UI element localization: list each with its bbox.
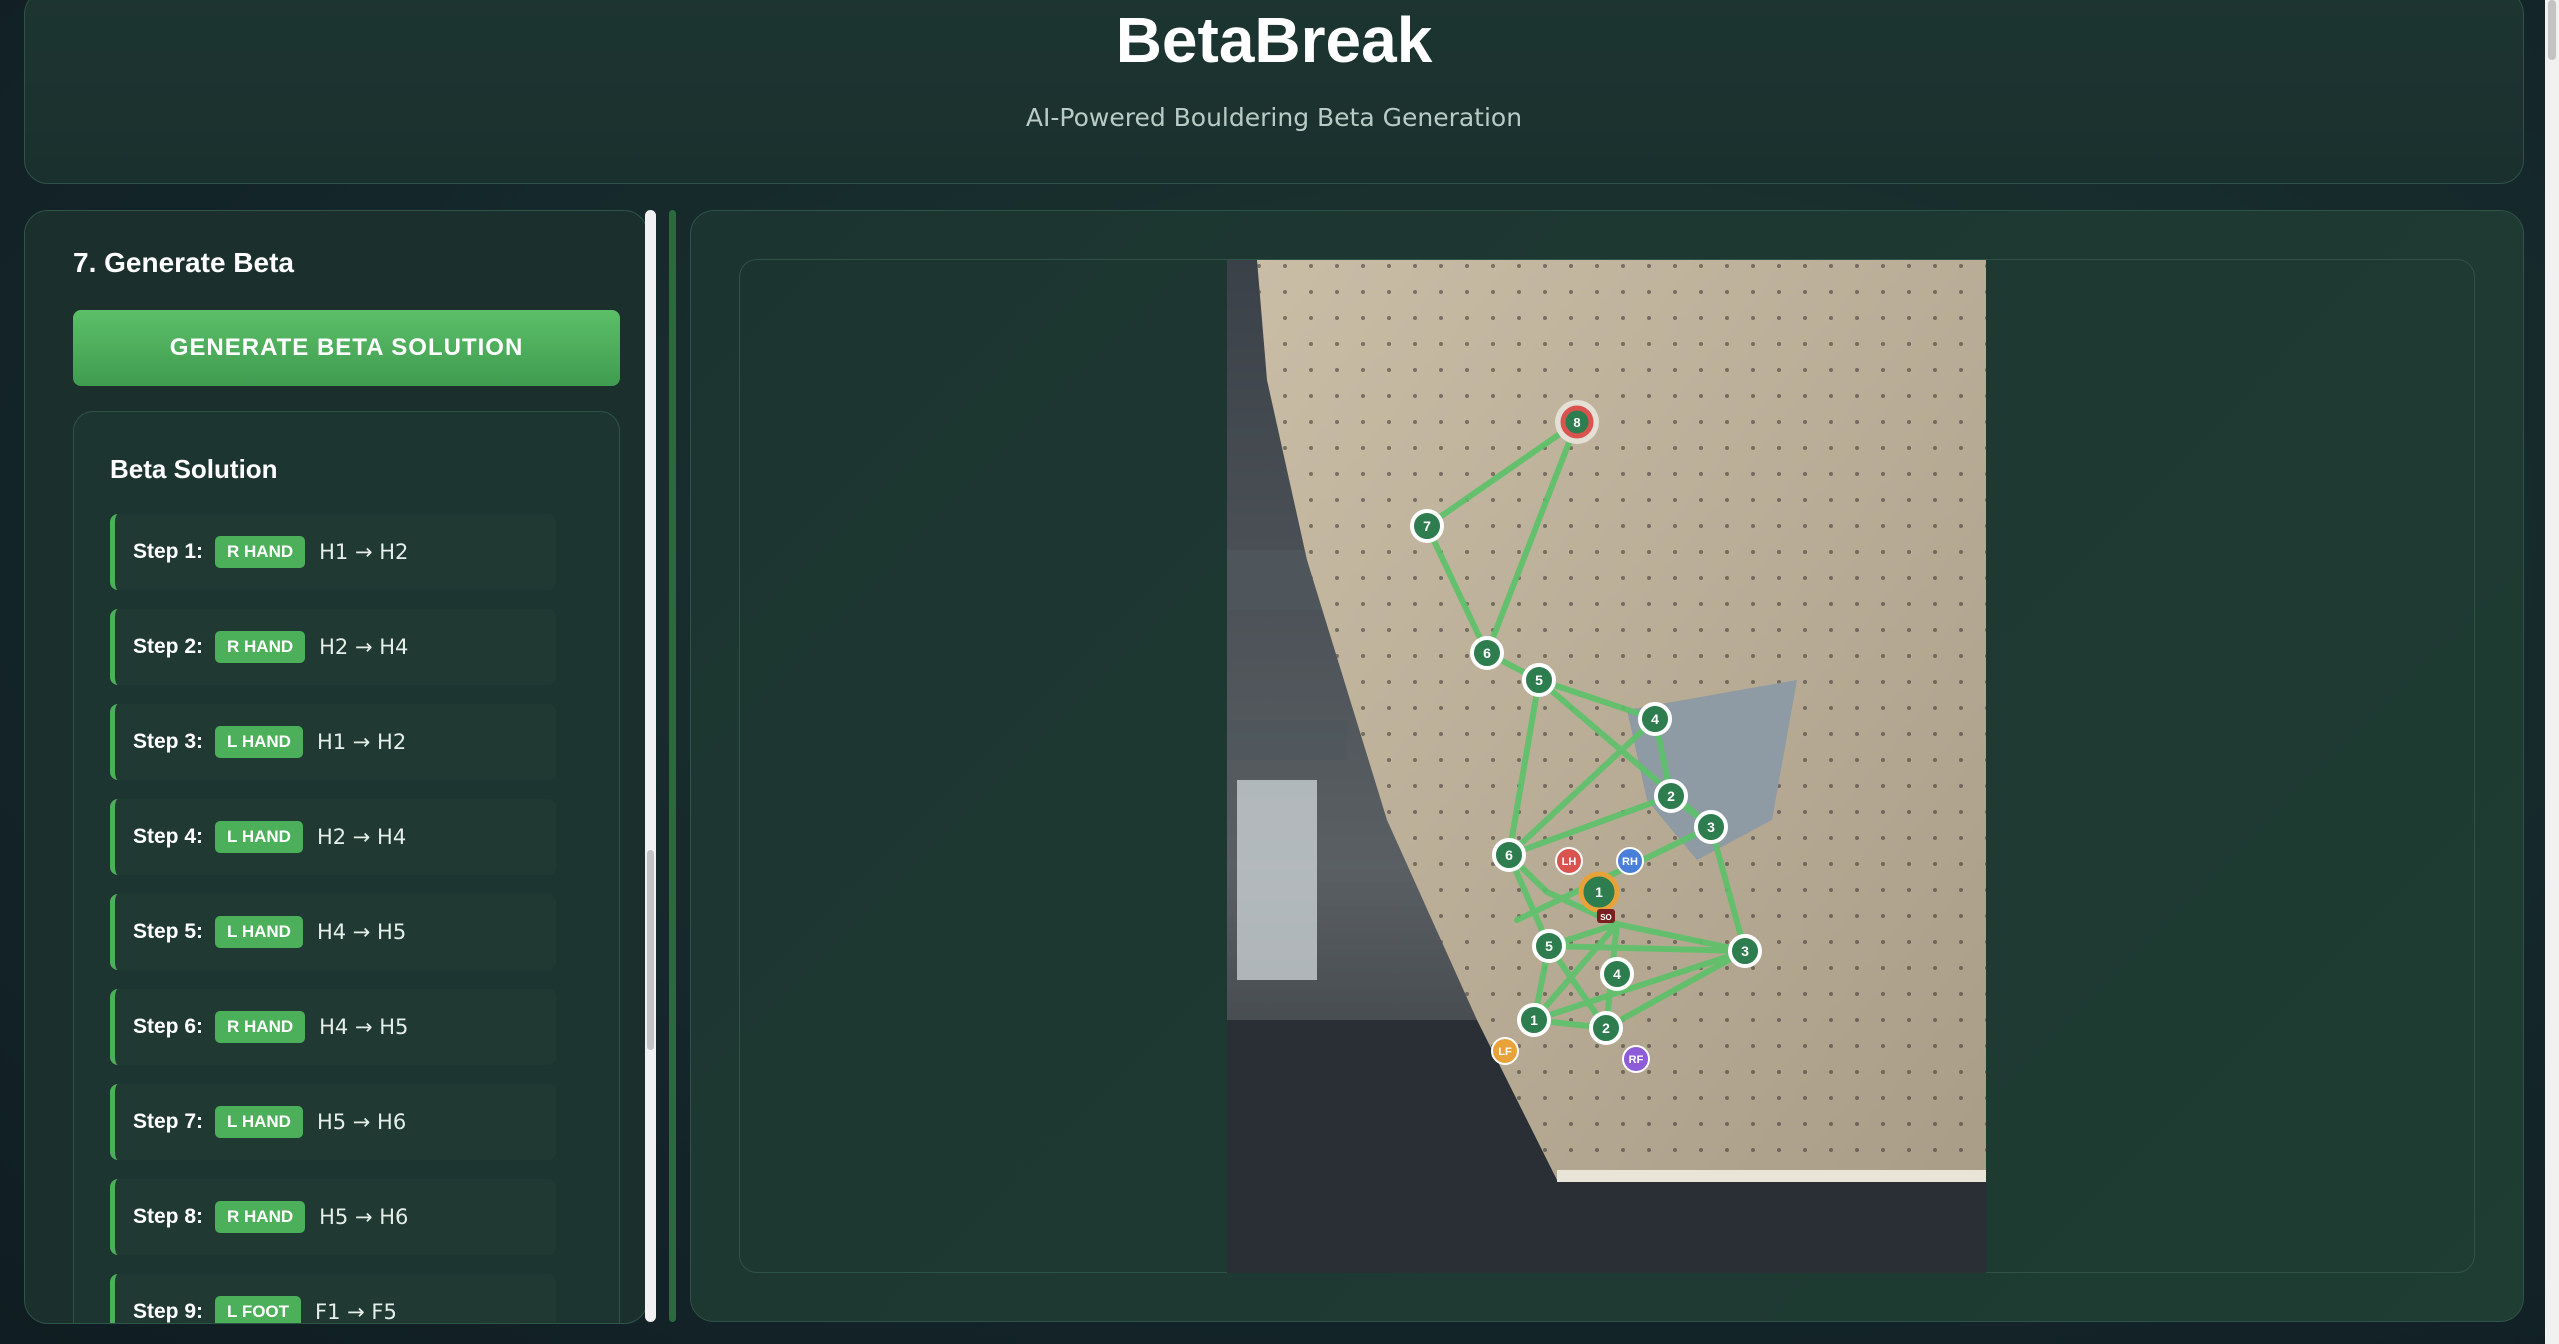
step-item: Step 2: R HAND H2 → H4 bbox=[110, 609, 556, 685]
left-foot-marker[interactable]: LF bbox=[1491, 1037, 1519, 1065]
limb-badge: R HAND bbox=[215, 1011, 306, 1043]
step-item: Step 3: L HAND H1 → H2 bbox=[110, 704, 556, 780]
hold-label: 7 bbox=[1423, 518, 1431, 534]
hold-1-start[interactable]: 1 bbox=[1578, 871, 1620, 913]
left-hand-marker[interactable]: LH bbox=[1555, 847, 1583, 875]
hold-label: 6 bbox=[1505, 847, 1513, 863]
step-move: H4 → H5 bbox=[316, 920, 407, 944]
hold-3-lower[interactable]: 3 bbox=[1728, 934, 1762, 968]
page-scrollbar[interactable] bbox=[2545, 0, 2559, 1344]
hold-6-upper[interactable]: 6 bbox=[1470, 636, 1504, 670]
beta-solution-title: Beta Solution bbox=[110, 454, 278, 484]
limb-badge: L HAND bbox=[215, 726, 303, 758]
step-label: Step 8: bbox=[133, 1205, 204, 1228]
generate-beta-button[interactable]: GENERATE BETA SOLUTION bbox=[73, 310, 620, 386]
step-move: H4 → H5 bbox=[319, 1015, 409, 1039]
app-title: BetaBreak bbox=[1115, 4, 1433, 76]
hold-label: 1 bbox=[1595, 884, 1603, 900]
hold-4-lower[interactable]: 4 bbox=[1600, 957, 1634, 991]
step-move: H2 → H4 bbox=[319, 635, 409, 659]
section-title: 7. Generate Beta bbox=[73, 247, 294, 278]
hold-label: 1 bbox=[1530, 1012, 1538, 1028]
limb-badge: L HAND bbox=[215, 1106, 303, 1138]
window bbox=[1237, 780, 1317, 980]
hold-label: 5 bbox=[1545, 938, 1553, 954]
hold-6-lower[interactable]: 6 bbox=[1492, 838, 1526, 872]
step-label: Step 2: bbox=[133, 635, 204, 658]
step-item: Step 6: R HAND H4 → H5 bbox=[110, 989, 556, 1065]
hold-7[interactable]: 7 bbox=[1410, 509, 1444, 543]
hold-5-upper[interactable]: 5 bbox=[1522, 663, 1556, 697]
hold-label: 3 bbox=[1707, 819, 1715, 835]
hold-label: 3 bbox=[1741, 943, 1749, 959]
limb-badge: R HAND bbox=[215, 1201, 306, 1233]
step-label: Step 7: bbox=[133, 1110, 204, 1133]
marker-label: LF bbox=[1498, 1046, 1512, 1058]
hold-3-upper[interactable]: 3 bbox=[1694, 810, 1728, 844]
hold-4-upper[interactable]: 4 bbox=[1638, 702, 1672, 736]
hold-label: 6 bbox=[1483, 645, 1491, 661]
beta-solution-card: Beta Solution Step 1: R HAND H1 → H2 Ste… bbox=[73, 411, 620, 1324]
step-label: Step 3: bbox=[133, 730, 204, 753]
step-move: H5 → H6 bbox=[319, 1205, 409, 1229]
step-label: Step 4: bbox=[133, 825, 204, 848]
sidebar-scrollbar-thumb[interactable] bbox=[647, 850, 654, 1050]
limb-badge: L FOOT bbox=[215, 1296, 302, 1323]
hold-label: 5 bbox=[1535, 672, 1543, 688]
steps-list: Step 1: R HAND H1 → H2 Step 2: R HAND H2… bbox=[110, 514, 556, 1324]
step-move: H1 → H2 bbox=[319, 540, 409, 564]
floor-mat-edge bbox=[1557, 1170, 1986, 1182]
app-subtitle: AI-Powered Bouldering Beta Generation bbox=[1025, 103, 1523, 132]
hold-label: 4 bbox=[1651, 711, 1659, 727]
step-item: Step 4: L HAND H2 → H4 bbox=[110, 799, 556, 875]
limb-badge: L HAND bbox=[215, 916, 303, 948]
marker-label: RF bbox=[1629, 1054, 1644, 1066]
hold-8[interactable]: 8 bbox=[1555, 400, 1599, 444]
start-marker-label: SO bbox=[1600, 913, 1612, 922]
step-move: H2 → H4 bbox=[316, 825, 407, 849]
step-move: H1 → H2 bbox=[316, 730, 407, 754]
marker-label: LH bbox=[1562, 856, 1577, 868]
hold-label: 8 bbox=[1573, 415, 1580, 430]
limb-badge: R HAND bbox=[215, 631, 306, 663]
duct-pipe bbox=[1227, 720, 1347, 760]
limb-badge: R HAND bbox=[215, 536, 306, 568]
step-label: Step 5: bbox=[133, 920, 204, 943]
hold-label: 2 bbox=[1602, 1020, 1610, 1036]
step-item: Step 8: R HAND H5 → H6 bbox=[110, 1179, 556, 1255]
hold-label: 4 bbox=[1613, 966, 1621, 982]
sidebar-scrollbar[interactable] bbox=[645, 210, 656, 1322]
right-foot-marker[interactable]: RF bbox=[1622, 1045, 1650, 1073]
limb-badge: L HAND bbox=[215, 821, 303, 853]
panel-divider[interactable] bbox=[669, 210, 676, 1322]
step-move: F1 → F5 bbox=[315, 1300, 397, 1324]
hold-2-lower[interactable]: 2 bbox=[1589, 1011, 1623, 1045]
step-label: Step 1: bbox=[133, 540, 204, 563]
start-marker: SO bbox=[1597, 909, 1615, 923]
right-hand-marker[interactable]: RH bbox=[1616, 847, 1644, 875]
hold-2-upper[interactable]: 2 bbox=[1654, 779, 1688, 813]
step-label: Step 6: bbox=[133, 1015, 204, 1038]
hold-label: 2 bbox=[1667, 788, 1675, 804]
step-item: Step 9: L FOOT F1 → F5 bbox=[110, 1274, 556, 1324]
step-label: Step 9: bbox=[133, 1300, 204, 1323]
marker-label: RH bbox=[1622, 856, 1638, 868]
sidebar-panel: 7. Generate Beta GENERATE BETA SOLUTION … bbox=[24, 210, 648, 1324]
step-item: Step 5: L HAND H4 → H5 bbox=[110, 894, 556, 970]
page-scrollbar-thumb[interactable] bbox=[2548, 0, 2556, 60]
hold-1-lower[interactable]: 1 bbox=[1517, 1003, 1551, 1037]
hold-5-lower[interactable]: 5 bbox=[1532, 929, 1566, 963]
step-item: Step 1: R HAND H1 → H2 bbox=[110, 514, 556, 590]
step-item: Step 7: L HAND H5 → H6 bbox=[110, 1084, 556, 1160]
app-header: BetaBreak AI-Powered Bouldering Beta Gen… bbox=[24, 0, 2524, 184]
climbing-wall-image: 8 7 6 5 4 2 3 6 1 5 4 3 1 2 LH RH LF RF … bbox=[1227, 260, 1986, 1273]
step-move: H5 → H6 bbox=[316, 1110, 407, 1134]
